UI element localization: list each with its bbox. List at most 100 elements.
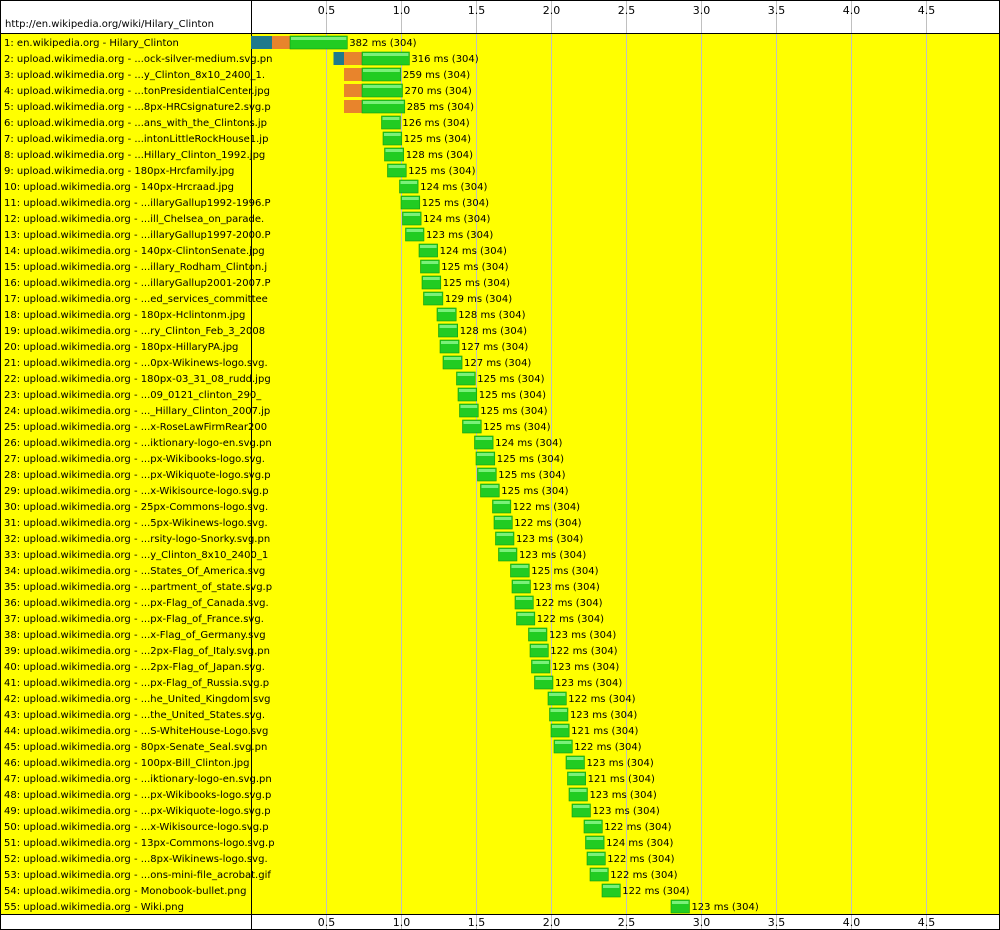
- row-label: 26: upload.wikimedia.org - ...iktionary-…: [4, 438, 272, 449]
- bar-value-label: 121 ms (304): [571, 726, 638, 737]
- row-label: 18: upload.wikimedia.org - 180px-Hclinto…: [4, 310, 245, 321]
- bar-value-label: 122 ms (304): [574, 742, 641, 753]
- bar-value-label: 124 ms (304): [420, 182, 487, 193]
- bar-download-highlight: [549, 693, 566, 696]
- bar-value-label: 125 ms (304): [443, 278, 510, 289]
- bar-value-label: 123 ms (304): [589, 790, 656, 801]
- bar-download-highlight: [423, 277, 440, 280]
- row-label: 19: upload.wikimedia.org - ...ry_Clinton…: [4, 326, 265, 337]
- bar-download-highlight: [459, 389, 476, 392]
- row-label: 9: upload.wikimedia.org - 180px-Hrcfamil…: [4, 166, 234, 177]
- row-label: 50: upload.wikimedia.org - ...x-Wikisour…: [4, 822, 269, 833]
- bar-download-highlight: [400, 181, 418, 184]
- bar-value-label: 125 ms (304): [480, 406, 547, 417]
- bar-download-highlight: [388, 165, 406, 168]
- bar-download-highlight: [555, 741, 572, 744]
- bar-value-label: 122 ms (304): [537, 614, 604, 625]
- x-tick-label-top: 0.5: [318, 4, 336, 17]
- bar-value-label: 285 ms (304): [407, 102, 474, 113]
- bar-download-highlight: [406, 229, 423, 232]
- bar-value-label: 125 ms (304): [531, 566, 598, 577]
- bar-value-label: 128 ms (304): [406, 150, 473, 161]
- row-label: 38: upload.wikimedia.org - ...x-Flag_of_…: [4, 630, 266, 641]
- row-label: 31: upload.wikimedia.org - ...5px-Wikine…: [4, 518, 268, 529]
- row-label: 5: upload.wikimedia.org - ...8px-HRCsign…: [4, 102, 271, 113]
- row-label: 52: upload.wikimedia.org - ...8px-Wikine…: [4, 854, 268, 865]
- row-label: 25: upload.wikimedia.org - ...x-RoseLawF…: [4, 422, 267, 433]
- bar-value-label: 122 ms (304): [622, 886, 689, 897]
- bar-download-highlight: [363, 69, 400, 72]
- row-label: 3: upload.wikimedia.org - ...y_Clinton_8…: [4, 70, 265, 81]
- row-label: 45: upload.wikimedia.org - 80px-Senate_S…: [4, 742, 267, 753]
- row-label: 37: upload.wikimedia.org - ...px-Flag_of…: [4, 614, 264, 625]
- bar-download-highlight: [513, 581, 530, 584]
- bar-dns-segment: [251, 36, 272, 49]
- row-label: 53: upload.wikimedia.org - ...ons-mini-f…: [4, 870, 271, 881]
- page-url-label: http://en.wikipedia.org/wiki/Hilary_Clin…: [5, 19, 214, 30]
- bar-download-highlight: [496, 533, 513, 536]
- bar-value-label: 123 ms (304): [691, 902, 758, 913]
- bar-value-label: 124 ms (304): [495, 438, 562, 449]
- row-label: 6: upload.wikimedia.org - ...ans_with_th…: [4, 118, 267, 129]
- bar-value-label: 122 ms (304): [514, 518, 581, 529]
- bar-download-highlight: [424, 293, 442, 296]
- bar-value-label: 125 ms (304): [479, 390, 546, 401]
- row-label: 11: upload.wikimedia.org - ...illaryGall…: [4, 198, 271, 209]
- bar-value-label: 122 ms (304): [568, 694, 635, 705]
- bar-value-label: 123 ms (304): [552, 662, 619, 673]
- bar-download-highlight: [550, 709, 567, 712]
- bar-value-label: 125 ms (304): [477, 374, 544, 385]
- x-tick-label-bottom: 1.5: [468, 916, 486, 929]
- bar-value-label: 122 ms (304): [604, 822, 671, 833]
- bar-download-highlight: [438, 309, 456, 312]
- row-label: 12: upload.wikimedia.org - ...ill_Chelse…: [4, 214, 264, 225]
- bar-value-label: 122 ms (304): [513, 502, 580, 513]
- bar-connect-segment: [344, 68, 362, 81]
- waterfall-chart: http://en.wikipedia.org/wiki/Hilary_Clin…: [1, 1, 999, 929]
- bar-download-highlight: [570, 789, 587, 792]
- x-tick-label-bottom: 3.0: [693, 916, 711, 929]
- bar-download-highlight: [511, 565, 529, 568]
- bar-download-highlight: [402, 197, 419, 200]
- bar-download-highlight: [517, 613, 534, 616]
- x-tick-label-top: 3.0: [693, 4, 711, 17]
- bar-download-highlight: [573, 805, 590, 808]
- row-label: 40: upload.wikimedia.org - ...2px-Flag_o…: [4, 662, 265, 673]
- row-label: 22: upload.wikimedia.org - 180px-03_31_0…: [4, 374, 271, 385]
- bar-download-highlight: [585, 821, 602, 824]
- bar-download-highlight: [475, 437, 493, 440]
- row-label: 39: upload.wikimedia.org - ...2px-Flag_o…: [4, 646, 270, 657]
- bar-download-highlight: [532, 661, 549, 664]
- waterfall-chart-window: http://en.wikipedia.org/wiki/Hilary_Clin…: [0, 0, 1000, 930]
- row-label: 2: upload.wikimedia.org - ...ock-silver-…: [4, 54, 272, 65]
- row-label: 41: upload.wikimedia.org - ...px-Flag_of…: [4, 678, 269, 689]
- bar-value-label: 123 ms (304): [570, 710, 637, 721]
- bar-value-label: 125 ms (304): [498, 470, 565, 481]
- bar-download-highlight: [529, 629, 546, 632]
- bar-value-label: 123 ms (304): [516, 534, 583, 545]
- bar-download-highlight: [363, 85, 402, 88]
- row-label: 55: upload.wikimedia.org - Wiki.png: [4, 902, 184, 913]
- row-label: 51: upload.wikimedia.org - 13px-Commons-…: [4, 838, 275, 849]
- row-label: 29: upload.wikimedia.org - ...x-Wikisour…: [4, 486, 269, 497]
- bar-download-highlight: [493, 501, 510, 504]
- bar-download-highlight: [463, 421, 481, 424]
- bar-value-label: 125 ms (304): [408, 166, 475, 177]
- bar-value-label: 270 ms (304): [405, 86, 472, 97]
- bar-value-label: 127 ms (304): [464, 358, 531, 369]
- bar-download-highlight: [363, 101, 404, 104]
- bar-download-highlight: [420, 245, 437, 248]
- x-tick-label-top: 4.5: [918, 4, 936, 17]
- bar-download-highlight: [586, 837, 604, 840]
- bar-download-highlight: [477, 453, 494, 456]
- row-label: 17: upload.wikimedia.org - ...ed_service…: [4, 294, 268, 305]
- row-label: 32: upload.wikimedia.org - ...rsity-logo…: [4, 534, 270, 545]
- bar-download-highlight: [495, 517, 512, 520]
- bar-value-label: 124 ms (304): [440, 246, 507, 257]
- row-label: 44: upload.wikimedia.org - ...S-WhiteHou…: [4, 726, 268, 737]
- bar-download-highlight: [481, 485, 499, 488]
- bar-download-highlight: [403, 213, 421, 216]
- row-label: 23: upload.wikimedia.org - ...09_0121_cl…: [4, 390, 262, 401]
- bar-value-label: 123 ms (304): [519, 550, 586, 561]
- row-label: 54: upload.wikimedia.org - Monobook-bull…: [4, 886, 246, 897]
